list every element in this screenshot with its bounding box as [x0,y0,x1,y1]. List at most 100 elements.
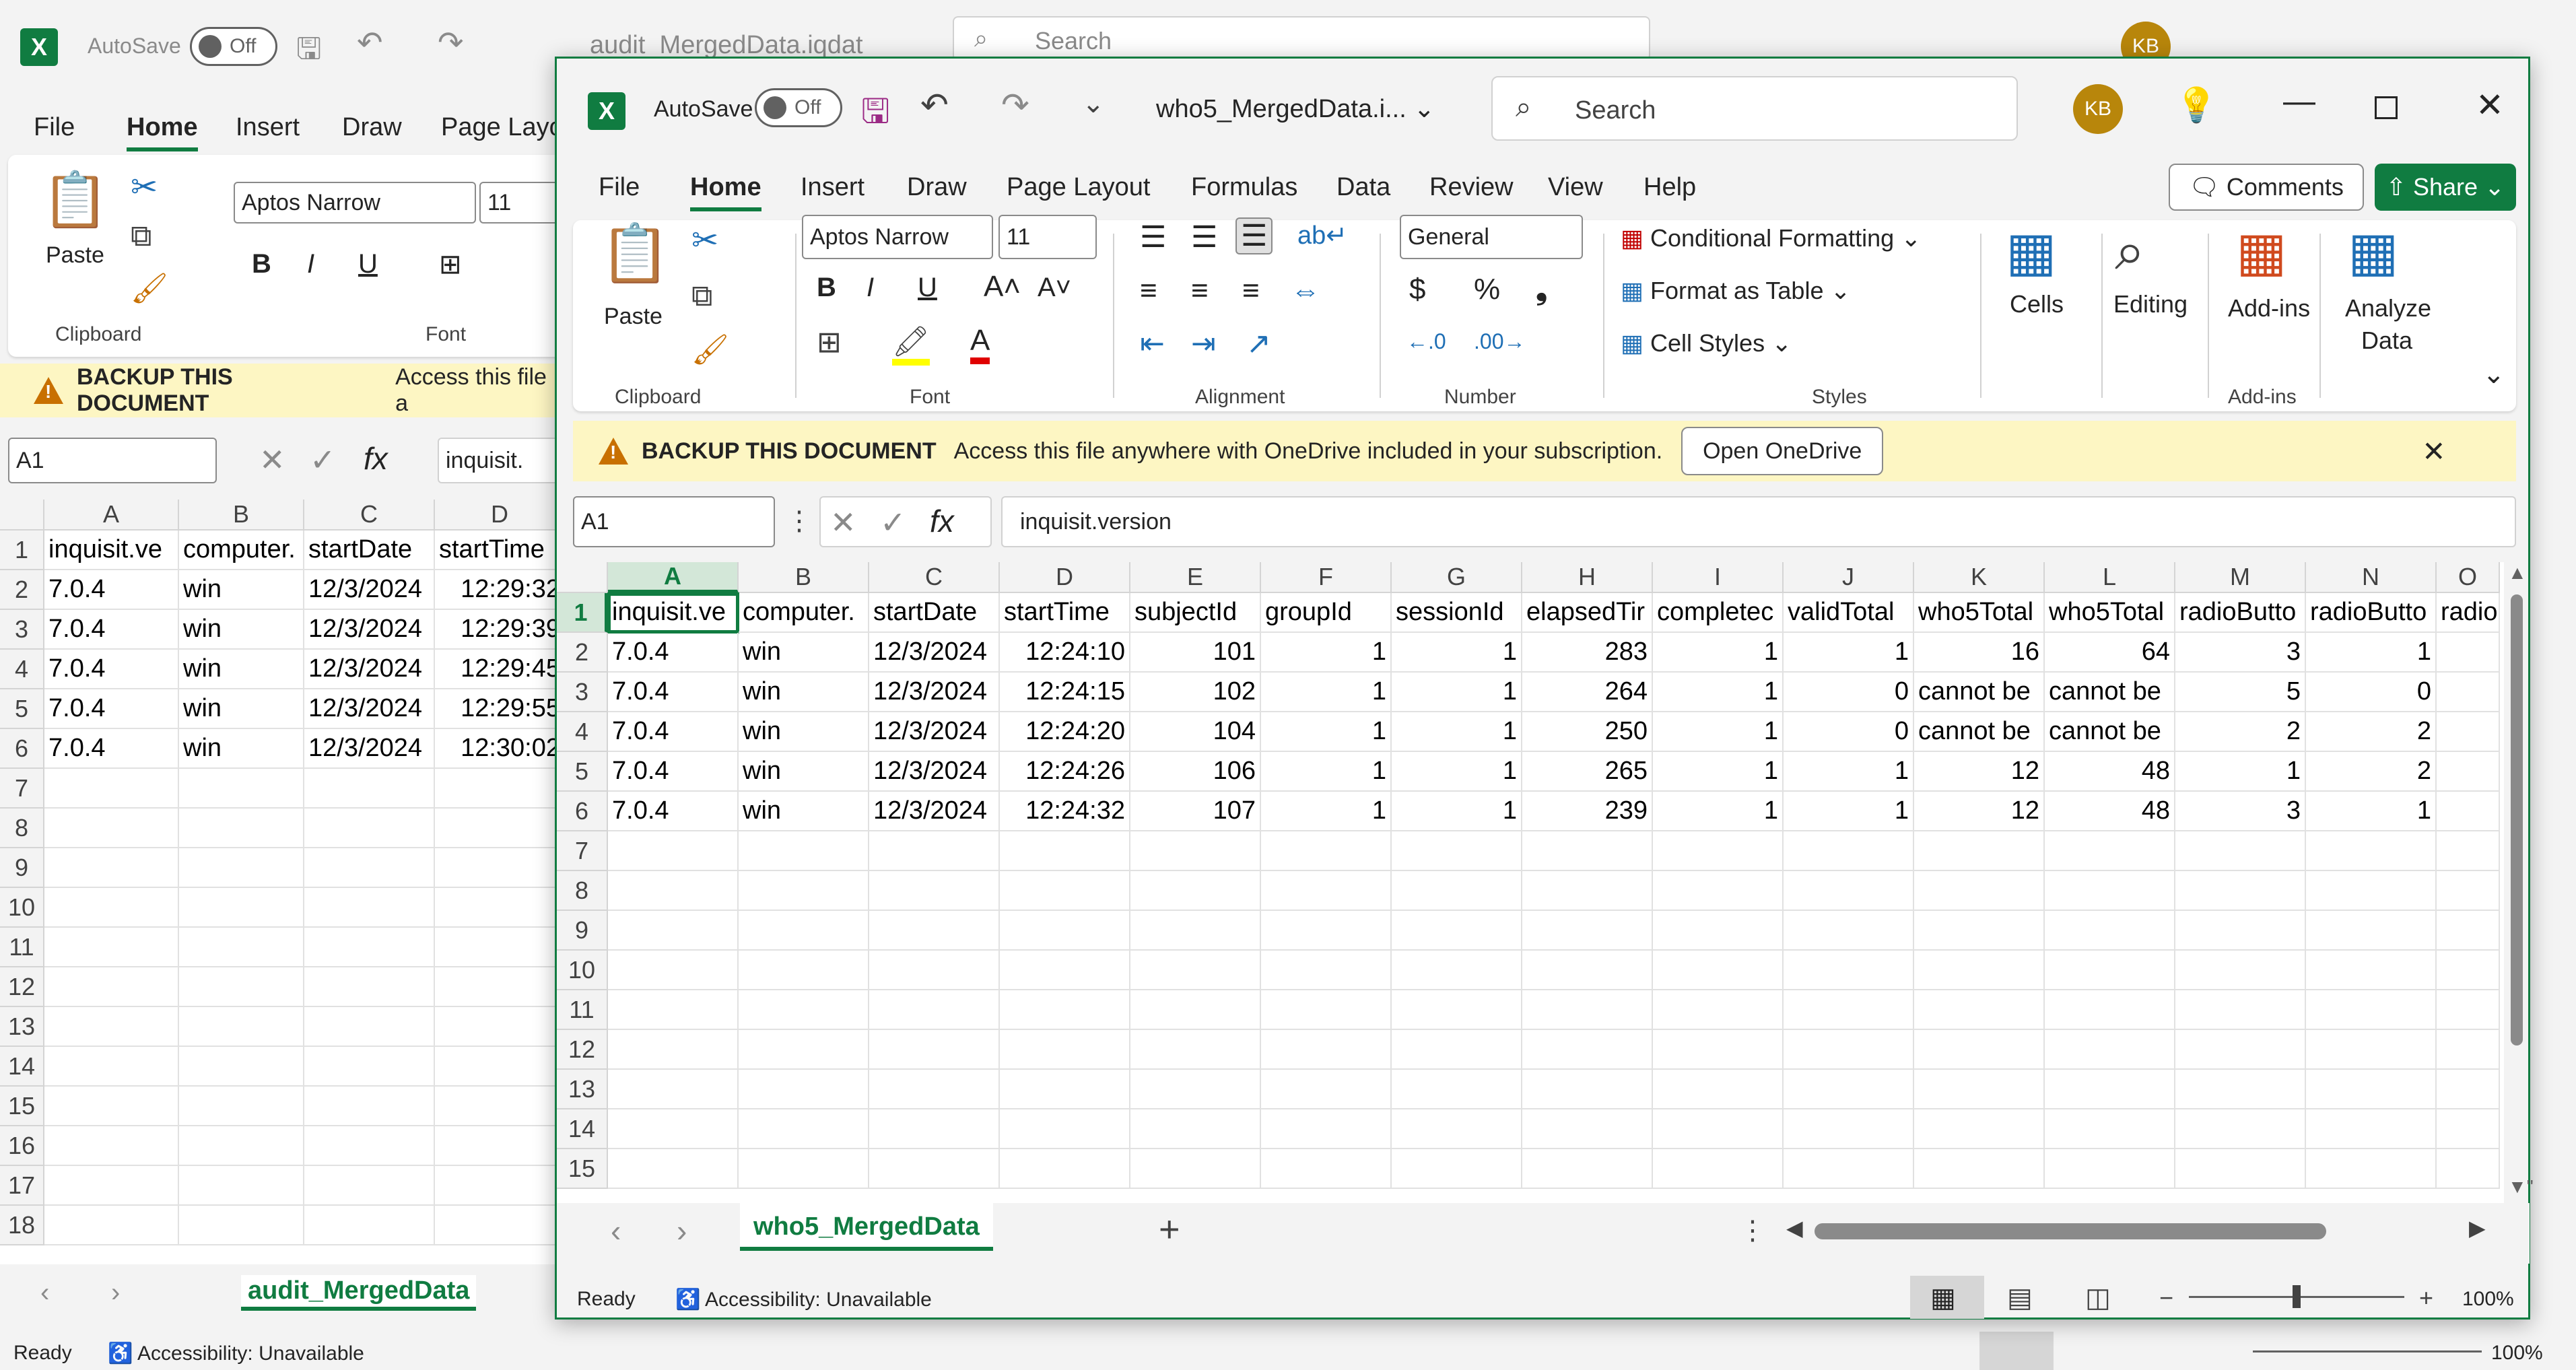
cell[interactable] [1130,1149,1261,1189]
autosave-toggle[interactable]: Off [190,27,277,66]
cell[interactable]: 1 [2306,792,2437,831]
cell[interactable] [2045,1109,2175,1149]
cell[interactable] [1261,831,1392,871]
cell[interactable] [2045,1070,2175,1109]
cell[interactable]: 12 [1914,792,2045,831]
back-spreadsheet-grid[interactable]: A B C D 1 inquisit.ve computer. startDate startT… [0,500,566,1264]
cell[interactable]: 1 [1392,633,1522,673]
cell[interactable]: 12:29:55 [435,689,566,729]
cell[interactable]: 1 [1392,752,1522,792]
row-header[interactable]: 17 [0,1166,44,1206]
cell[interactable]: radioButto [2306,593,2437,633]
minimize-icon[interactable]: — [2283,83,2315,120]
zoom-slider[interactable] [2253,1350,2482,1352]
cell[interactable] [2306,1109,2437,1149]
cell[interactable] [179,1206,304,1245]
cell[interactable] [1784,831,1914,871]
row-header[interactable]: 1 [0,530,44,570]
column-header-b[interactable]: B [179,500,304,530]
cell[interactable] [304,967,435,1007]
cell[interactable] [1000,1149,1130,1189]
font-size-select[interactable]: 11 [998,215,1097,259]
cell[interactable] [1130,1030,1261,1070]
number-format-select[interactable]: General [1400,215,1583,259]
formula-bar[interactable]: inquisit. [438,438,559,483]
redo-icon[interactable]: ↷ [1001,85,1029,125]
cell[interactable]: 12:29:32 [435,570,566,610]
name-box[interactable]: A1 [8,438,217,483]
bold-icon[interactable]: B [817,273,836,303]
cell[interactable] [2437,1070,2500,1109]
fill-color-icon[interactable]: 🖍 [892,324,930,366]
menu-draw[interactable]: Draw [342,113,402,142]
row-header[interactable]: 9 [0,848,44,888]
cell[interactable] [2437,831,2500,871]
enter-icon[interactable]: ✓ [880,504,906,541]
cell[interactable]: 12/3/2024 [869,673,1000,712]
cell[interactable] [44,928,179,967]
increase-indent-icon[interactable]: ⇥ [1191,327,1216,361]
cell[interactable] [2437,752,2500,792]
cell[interactable] [608,1149,739,1189]
cell[interactable]: 7.0.4 [608,792,739,831]
row-header[interactable]: 6 [557,792,608,831]
cell[interactable] [2306,1030,2437,1070]
enter-icon[interactable]: ✓ [310,442,336,478]
menu-insert[interactable]: Insert [236,113,300,142]
cell[interactable] [739,951,869,990]
cell[interactable]: 12:24:15 [1000,673,1130,712]
cell[interactable]: cannot be [2045,712,2175,752]
cell[interactable] [2306,951,2437,990]
cell[interactable] [1261,1149,1392,1189]
cell[interactable]: 7.0.4 [608,752,739,792]
cell[interactable] [1522,951,1653,990]
magnifier-icon[interactable]: ⌕ [2115,220,2145,283]
cell[interactable]: win [739,673,869,712]
row-header[interactable]: 16 [0,1126,44,1166]
cell[interactable] [44,888,179,928]
cell[interactable] [1784,1070,1914,1109]
cell[interactable] [2045,951,2175,990]
cell[interactable] [44,848,179,888]
cell[interactable] [739,1149,869,1189]
cell[interactable] [2045,1149,2175,1189]
cell[interactable] [435,1047,566,1087]
increase-font-icon[interactable]: A˄ [984,270,1021,304]
normal-view-button[interactable] [1979,1332,2054,1370]
cell[interactable]: 1 [1261,633,1392,673]
align-bottom-icon[interactable]: ☰ [1235,217,1273,254]
cell[interactable] [2437,1030,2500,1070]
cell[interactable] [304,1047,435,1087]
cell[interactable]: 12/3/2024 [869,792,1000,831]
redo-icon[interactable]: ↷ [438,24,464,61]
cell[interactable]: 102 [1130,673,1261,712]
cell[interactable] [2045,1030,2175,1070]
cell[interactable]: 0 [1784,673,1914,712]
cell[interactable]: 1 [1784,792,1914,831]
cell[interactable] [304,1126,435,1166]
autosave-toggle[interactable]: Off [755,88,842,127]
menu-home[interactable]: Home [127,113,198,151]
avatar[interactable]: KB [2073,84,2123,134]
more-options-icon[interactable]: ⋮ [1739,1215,1766,1246]
percent-icon[interactable]: % [1474,273,1500,306]
cell[interactable] [435,809,566,848]
cell[interactable] [2175,1070,2306,1109]
cell[interactable] [608,871,739,911]
cell[interactable]: win [739,633,869,673]
row-header[interactable]: 11 [0,928,44,967]
column-header-d[interactable]: D [435,500,566,530]
cell[interactable] [1914,871,2045,911]
cell[interactable] [1130,951,1261,990]
cell[interactable]: 1 [1392,673,1522,712]
cell[interactable]: 1 [1784,633,1914,673]
share-button[interactable]: ⇧ Share ⌄ [2375,164,2516,211]
page-layout-view-icon[interactable]: ▤ [2007,1282,2033,1313]
row-header[interactable]: 9 [557,911,608,951]
cell[interactable]: 12:24:20 [1000,712,1130,752]
cell[interactable]: win [179,610,304,650]
row-header[interactable]: 4 [0,650,44,689]
align-top-icon[interactable]: ☰ [1140,220,1166,254]
cell[interactable] [608,990,739,1030]
cells-icon[interactable]: ▦ [2006,220,2057,283]
